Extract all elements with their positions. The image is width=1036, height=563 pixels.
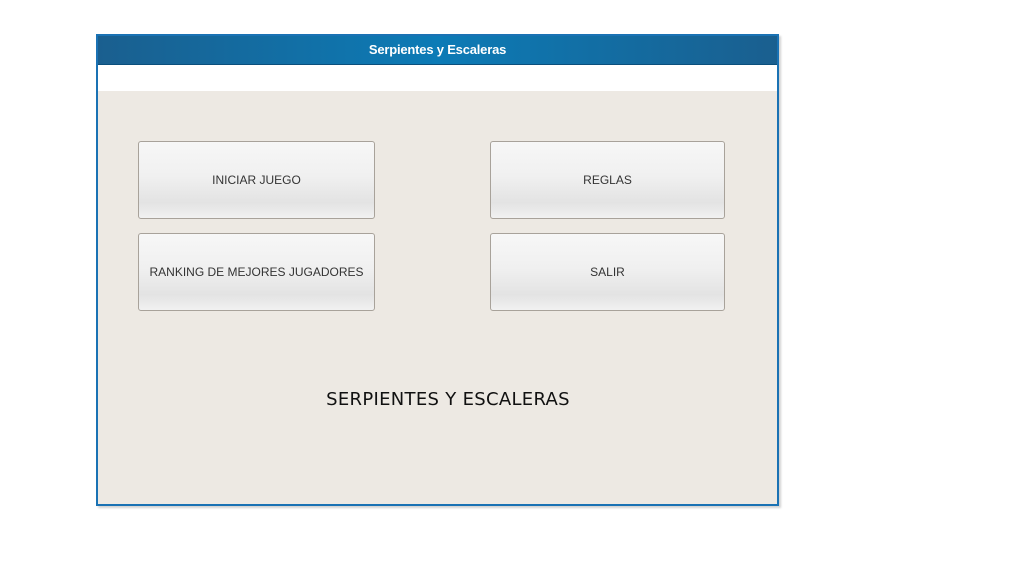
main-panel: INICIAR JUEGO REGLAS RANKING DE MEJORES … bbox=[98, 91, 777, 504]
exit-button[interactable]: SALIR bbox=[490, 233, 725, 311]
app-window: Serpientes y Escaleras INICIAR JUEGO REG… bbox=[96, 34, 779, 506]
window-title: Serpientes y Escaleras bbox=[98, 36, 777, 65]
start-game-button[interactable]: INICIAR JUEGO bbox=[138, 141, 375, 219]
menu-bar bbox=[98, 65, 777, 91]
rules-button[interactable]: REGLAS bbox=[490, 141, 725, 219]
game-title-label: SERPIENTES Y ESCALERAS bbox=[326, 389, 570, 410]
ranking-button[interactable]: RANKING DE MEJORES JUGADORES bbox=[138, 233, 375, 311]
